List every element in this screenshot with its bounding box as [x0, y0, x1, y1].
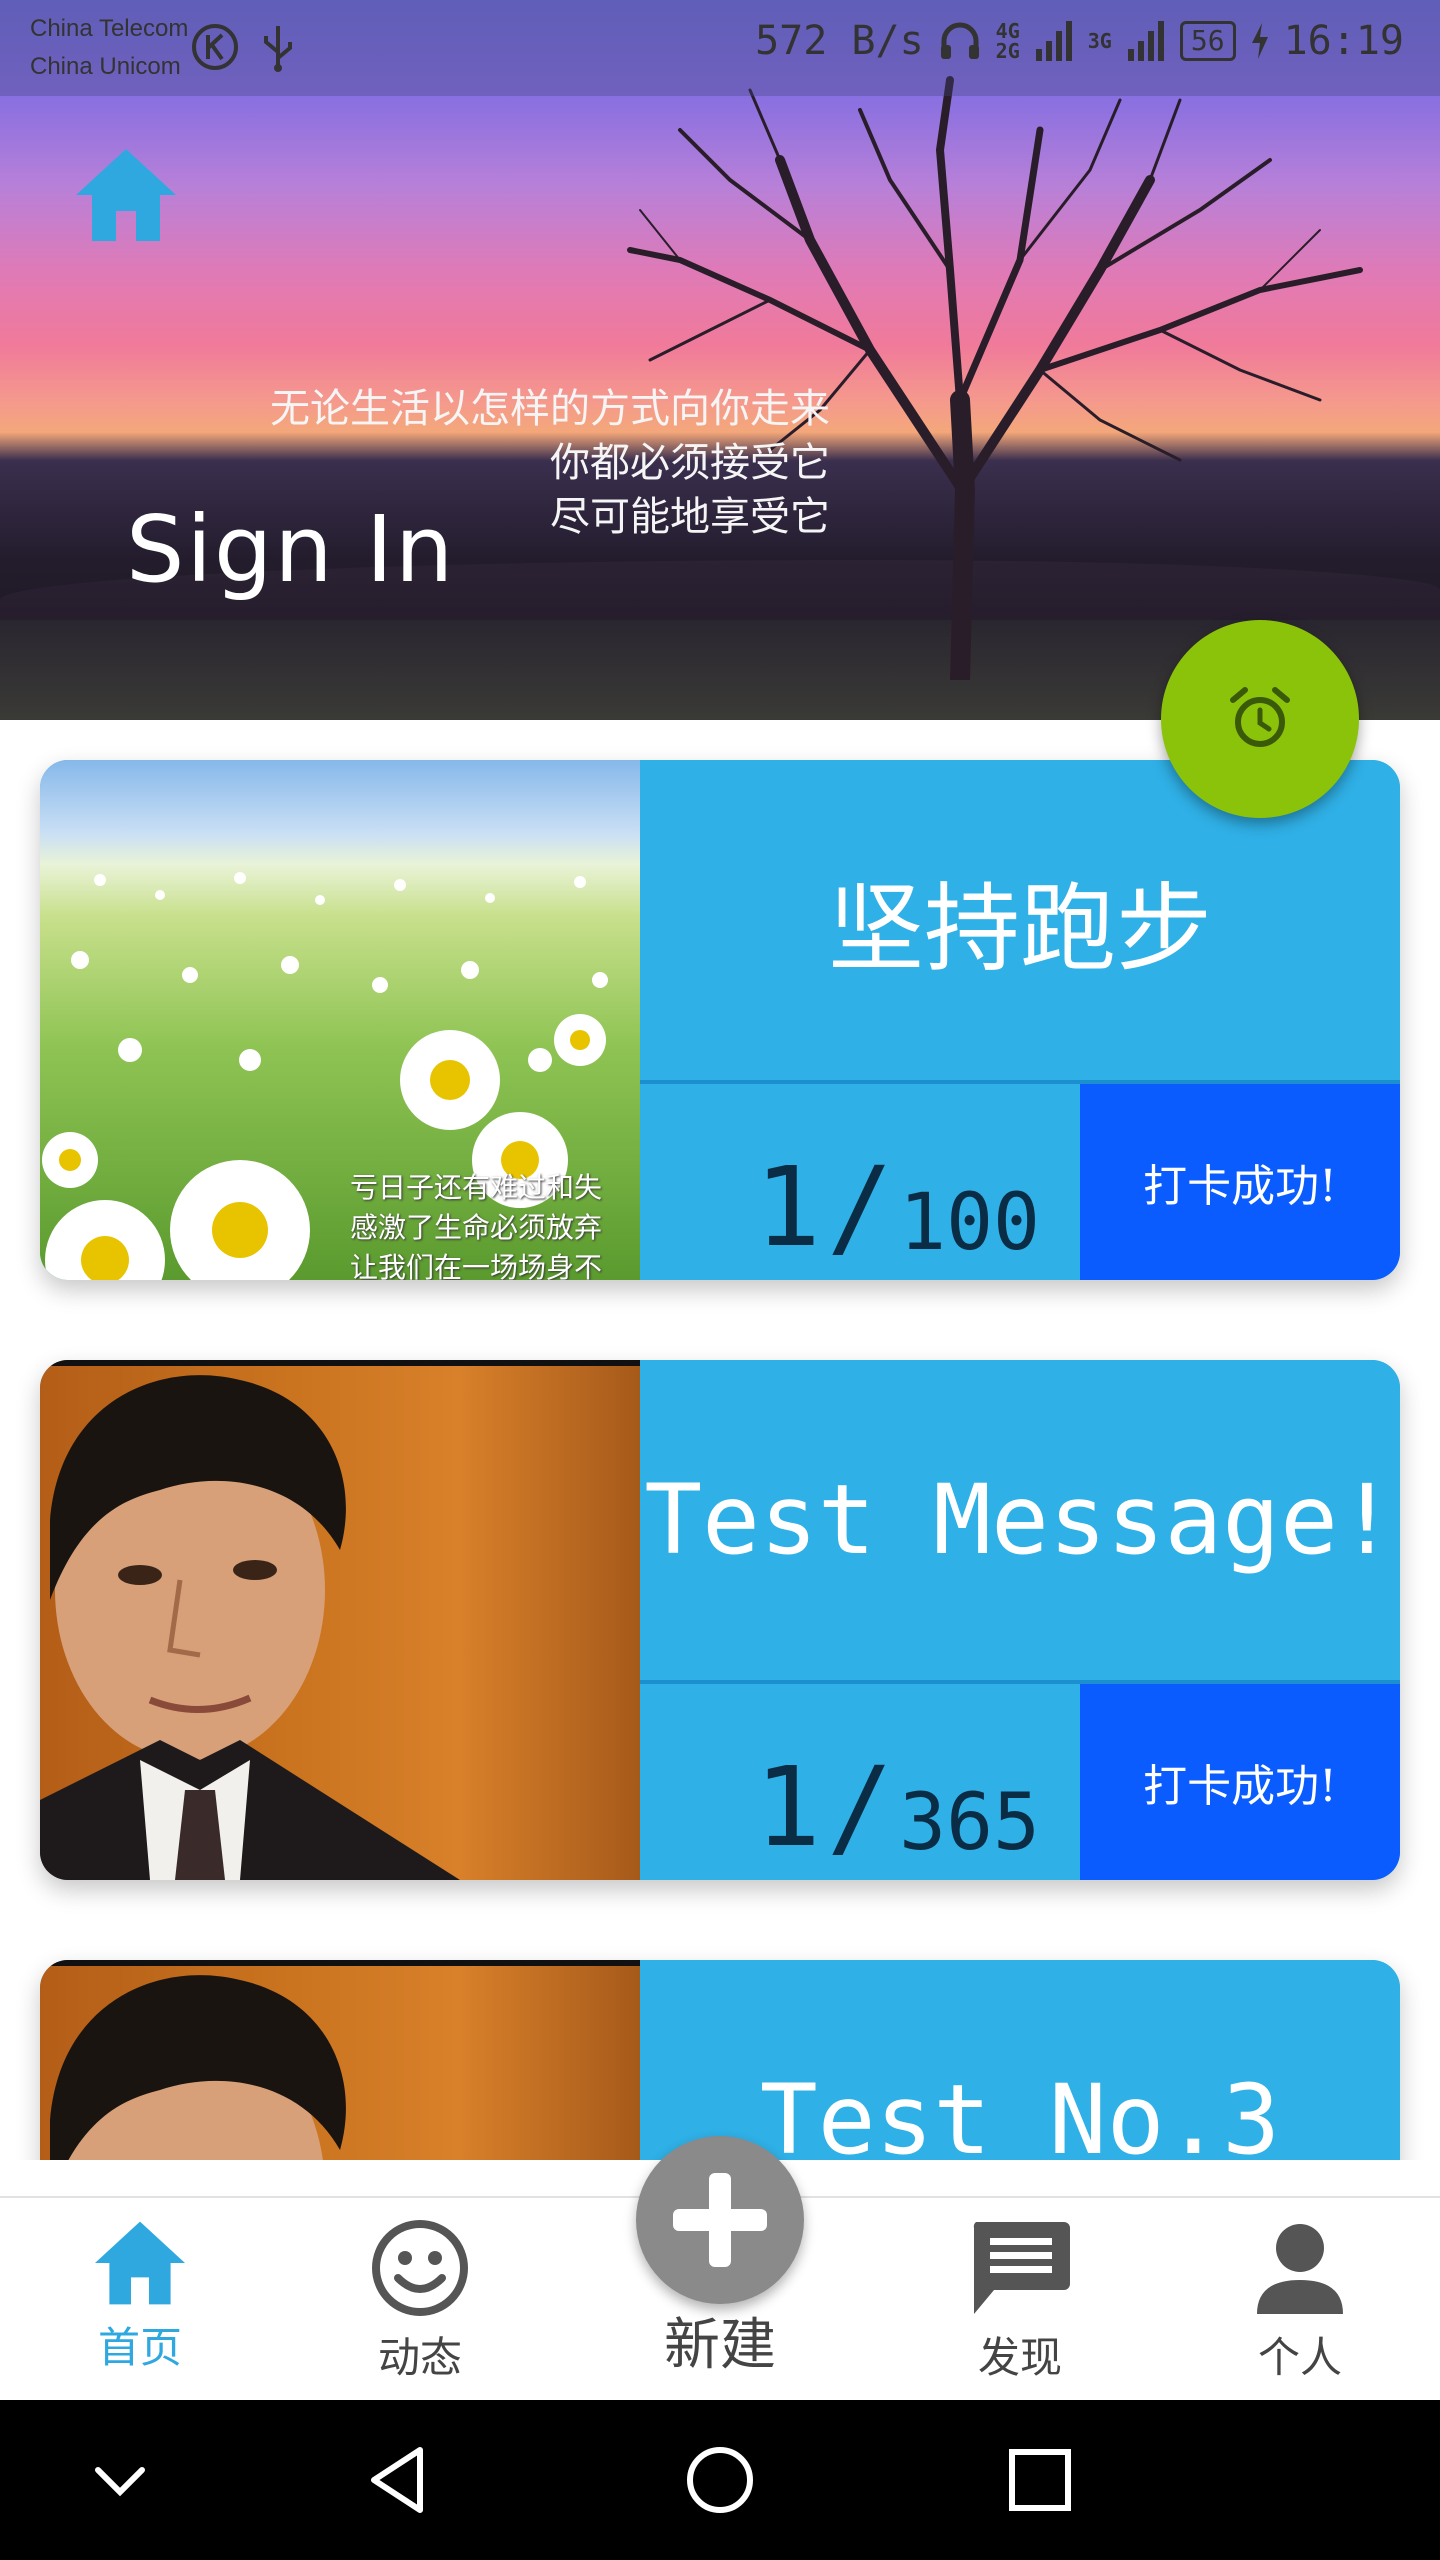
- nav-profile-label: 个人: [1257, 2333, 1342, 2382]
- k-app-icon: [192, 24, 238, 70]
- chevron-down-icon[interactable]: [80, 2440, 160, 2520]
- alarm-button[interactable]: [1161, 620, 1359, 818]
- progress-slash: /: [826, 1743, 894, 1871]
- nav-discover[interactable]: 发现: [920, 2218, 1120, 2398]
- progress-slash: /: [826, 1143, 894, 1271]
- signal-icon-2: [1127, 21, 1164, 61]
- progress-count: 1 / 365: [640, 1684, 1080, 1880]
- nav-discover-label: 发现: [977, 2333, 1062, 2382]
- progress-current: 1: [754, 1143, 821, 1271]
- status-bar: China Telecom China Unicom 572 B/s 4G 2G: [0, 0, 1440, 96]
- checkin-status-button[interactable]: 打卡成功!: [1080, 1084, 1400, 1280]
- alarm-icon: [1230, 687, 1290, 747]
- card-image-portrait: [40, 1960, 640, 2160]
- network-type: 4G 2G: [995, 19, 1020, 63]
- card-image-portrait: [40, 1360, 640, 1880]
- image-caption: 亏日子还有难过和失 感激了生命必须放弃 让我们在一场场身不: [350, 1171, 603, 1280]
- home-icon[interactable]: [72, 145, 180, 245]
- net-speed: 572 B/s: [755, 18, 924, 64]
- nav-home[interactable]: 首页: [40, 2218, 240, 2398]
- home-icon: [95, 2221, 185, 2305]
- recents-icon[interactable]: [1000, 2440, 1080, 2520]
- progress-total: 100: [899, 1178, 1040, 1268]
- header-banner: China Telecom China Unicom 572 B/s 4G 2G: [0, 0, 1440, 720]
- headphones-icon: [940, 22, 979, 59]
- portrait-illustration: [40, 1360, 640, 1880]
- habit-list[interactable]: 亏日子还有难过和失 感激了生命必须放弃 让我们在一场场身不 坚持跑步 1 / 1…: [0, 720, 1440, 2160]
- carrier-2: China Unicom: [30, 53, 181, 80]
- status-right: 572 B/s 4G 2G 3G 56 16:19: [755, 18, 1404, 64]
- usb-icon: [264, 26, 292, 72]
- habit-card[interactable]: 亏日子还有难过和失 感激了生命必须放弃 让我们在一场场身不 坚持跑步 1 / 1…: [40, 760, 1400, 1280]
- quote-line-1: 无论生活以怎样的方式向你走来: [270, 386, 830, 432]
- carrier-names: China Telecom China Unicom: [30, 10, 188, 86]
- back-icon[interactable]: [360, 2440, 440, 2520]
- checkin-status-button[interactable]: 打卡成功!: [1080, 1684, 1400, 1880]
- battery-indicator: 56: [1179, 21, 1236, 61]
- charging-icon: [1251, 23, 1268, 59]
- nav-profile[interactable]: 个人: [1200, 2218, 1400, 2398]
- nav-home-label: 首页: [97, 2323, 182, 2372]
- new-button-label[interactable]: 新建: [620, 2300, 820, 2381]
- person-icon: [1257, 2224, 1343, 2314]
- quote-line-2: 你都必须接受它: [550, 440, 830, 486]
- new-button[interactable]: [636, 2136, 804, 2304]
- habit-card[interactable]: Test Message! 1 / 365 打卡成功!: [40, 1360, 1400, 1880]
- plus-icon: [673, 2173, 767, 2267]
- chat-icon: [973, 2222, 1070, 2314]
- carrier-1: China Telecom: [30, 15, 189, 42]
- nav-feed-label: 动态: [377, 2333, 462, 2382]
- card-title: Test Message!: [640, 1360, 1400, 1680]
- smiley-icon: [372, 2220, 468, 2316]
- card-title: Test No.3: [640, 1960, 1400, 2160]
- progress-count: 1 / 100: [640, 1084, 1080, 1280]
- portrait-illustration: [40, 1960, 640, 2160]
- progress-current: 1: [754, 1743, 821, 1871]
- clock: 16:19: [1283, 18, 1404, 64]
- progress-total: 365: [899, 1778, 1040, 1868]
- signal-icon: [1035, 21, 1072, 61]
- system-navigation-bar: [0, 2400, 1440, 2560]
- sign-in-link[interactable]: Sign In: [126, 496, 455, 603]
- home-circle-icon[interactable]: [680, 2440, 760, 2520]
- card-image-daisies: 亏日子还有难过和失 感激了生命必须放弃 让我们在一场场身不: [40, 760, 640, 1280]
- tree-silhouette: [627, 76, 1363, 680]
- habit-card[interactable]: Test No.3: [40, 1960, 1400, 2160]
- nav-feed[interactable]: 动态: [320, 2218, 520, 2398]
- network-3g: 3G: [1087, 29, 1112, 53]
- status-left-icons: [190, 22, 296, 72]
